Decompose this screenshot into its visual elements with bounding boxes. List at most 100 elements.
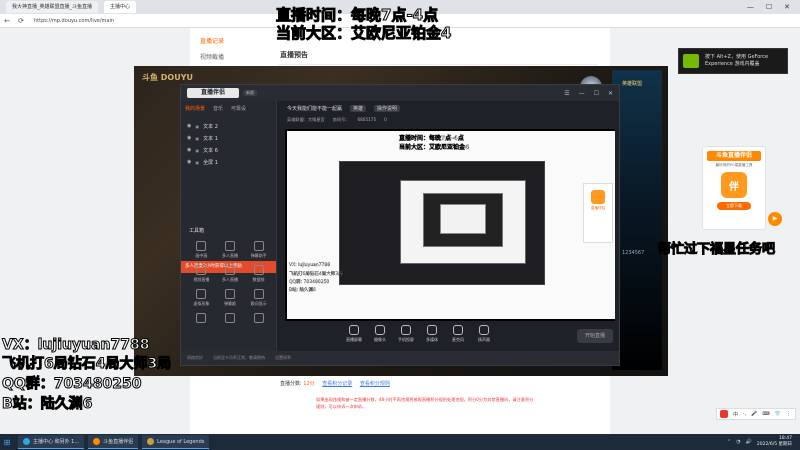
viewer-count: 0 — [384, 117, 387, 122]
eye-icon[interactable]: ◉ — [187, 135, 191, 141]
scene-label: 文本 2 — [203, 123, 218, 130]
lock-icon[interactable]: ▣ — [195, 148, 199, 153]
start-live-button[interactable]: 开始直播 — [577, 329, 613, 343]
toolbox-title: 工具箱 — [189, 228, 205, 234]
scene-item[interactable]: ◉ ▣ 文本 1 — [181, 132, 276, 144]
tab-my-scene[interactable]: 我的场景 — [185, 105, 205, 112]
maximize-button[interactable]: ☐ — [766, 3, 772, 11]
scene-list: ◉ ▣ 文本 2 ◉ ▣ 文本 1 ◉ ▣ 文本 6 ◉ ▣ 全屏 1 — [181, 120, 276, 168]
browser-tab-anchor-center[interactable]: 主播中心 — [104, 1, 137, 13]
media-icon — [427, 325, 437, 335]
taskbar-app-lol[interactable]: League of Legends — [142, 435, 210, 449]
lock-icon[interactable]: ▣ — [195, 160, 199, 165]
ime-more-icon[interactable]: ⋮ — [786, 411, 791, 417]
tab-music[interactable]: 音乐 — [213, 105, 223, 112]
tray-network-icon[interactable]: ◔ — [736, 439, 740, 445]
speaker-button[interactable]: 扬声器 — [475, 325, 493, 343]
overlay-qq: QQ群：703480250 — [1, 376, 142, 393]
tool-avatar[interactable]: 虚拟形象 — [187, 289, 216, 307]
score-record-link[interactable]: 查看积分记录 — [322, 381, 352, 387]
tool-label: 虚拟形象 — [193, 301, 210, 306]
tool-extra-1[interactable] — [187, 313, 216, 325]
refresh-icon[interactable]: ⟳ — [14, 17, 28, 25]
live-title[interactable]: 今天我能们能不能一起赢 — [287, 105, 342, 112]
operation-guide-button[interactable]: 操作说明 — [374, 105, 401, 112]
geforce-toast[interactable]: 按下 Alt+Z，使用 GeForce Experience 游戏内覆盖 — [678, 48, 788, 74]
tool-label: 视频直播 — [193, 277, 210, 282]
taskbar-app-companion[interactable]: 斗鱼直播伴侣 — [88, 435, 139, 449]
game-banner: 斗鱼 DOUYU — [142, 73, 194, 82]
preview-overlay-area: 当前大区：艾欧尼亚铂金4 — [399, 144, 470, 151]
microphone-button[interactable]: 麦克风 — [449, 325, 467, 343]
frame-setting[interactable]: 设置帧率 — [275, 355, 291, 361]
score-rule-link[interactable]: 查看积分规则 — [360, 381, 390, 387]
app-minimize-button[interactable]: — — [579, 90, 585, 97]
sogou-logo-icon[interactable] — [720, 410, 728, 418]
app-maximize-button[interactable]: ☐ — [594, 90, 599, 97]
tool-data[interactable]: 数据排 — [244, 265, 273, 283]
taskbar-app-label: 斗鱼直播伴侣 — [103, 438, 134, 445]
ime-voice-icon[interactable]: 🎤 — [751, 411, 757, 417]
tool-video-live[interactable]: 视频直播 — [187, 265, 216, 283]
scene-item[interactable]: ◉ ▣ 全屏 1 — [181, 156, 276, 168]
score-note: 如果出现违规和被一定直播分数，48小时不再违规将按照直播积分规则处理违规，积分0… — [316, 397, 534, 409]
tool-danmu-ji[interactable]: 弹幕姬 — [216, 289, 245, 307]
tool-pip[interactable]: 画中画 — [187, 241, 216, 259]
scene-item[interactable]: ◉ ▣ 文本 6 — [181, 144, 276, 156]
lock-icon[interactable]: ▣ — [195, 136, 199, 141]
danmu-ji-icon — [224, 289, 235, 299]
tab-settings[interactable]: 可靠设 — [231, 105, 246, 112]
camera-button[interactable]: 摄像头 — [371, 325, 389, 343]
eye-icon[interactable]: ◉ — [187, 123, 191, 129]
play-icon[interactable]: ▶ — [768, 212, 782, 226]
live-tag[interactable]: 英雄 — [350, 105, 367, 112]
download-icon — [224, 265, 235, 275]
media-button[interactable]: 多媒体 — [423, 325, 441, 343]
phone-cast-button[interactable]: 手机投屏 — [397, 325, 415, 343]
tool-lyrics[interactable]: 歌词显示 — [244, 289, 273, 307]
tool-label: 弹幕姬 — [223, 301, 236, 306]
ime-lang[interactable]: 中 — [733, 411, 738, 418]
companion-logo-icon — [591, 190, 605, 204]
douyu-companion-icon — [93, 438, 101, 445]
taskbar-app-browser[interactable]: 主播中心 和另外 1... — [18, 435, 85, 449]
multi-live-icon — [224, 241, 235, 251]
tool-extra-2[interactable] — [216, 313, 245, 325]
url-field[interactable]: https://mp.douyu.com/live/main — [34, 18, 114, 24]
scene-item[interactable]: ◉ ▣ 文本 2 — [181, 120, 276, 132]
tool-extra-3[interactable] — [244, 313, 273, 325]
close-button[interactable]: ✕ — [784, 3, 790, 11]
download-button[interactable]: 立即下载 — [717, 202, 751, 210]
toolbar-label: 扬声器 — [478, 337, 490, 342]
menu-icon[interactable]: ☰ — [564, 90, 569, 97]
sidebar-item-video[interactable]: 视频截播 — [200, 50, 224, 66]
tray-volume-icon[interactable]: 🔊 — [746, 439, 752, 445]
microphone-icon — [453, 325, 463, 335]
browser-tab-douyu[interactable]: 我大神直播_英雄联盟直播_斗鱼直播 — [6, 1, 99, 13]
screen-capture-button[interactable]: 直播屏幕 — [345, 325, 363, 343]
minimize-button[interactable]: — — [747, 3, 754, 11]
tray-up-icon[interactable]: ⌃ — [727, 439, 731, 445]
gpu-status: 当前显卡功率正常，敬请期待 — [213, 355, 265, 360]
sidebar-item-live-record[interactable]: 直播记录 — [200, 34, 224, 50]
eye-icon[interactable]: ◉ — [187, 159, 191, 165]
tool-multi-live[interactable]: 多人直播 — [216, 241, 245, 259]
scene-label: 全屏 1 — [203, 159, 218, 166]
back-icon[interactable]: ← — [0, 17, 14, 25]
ime-skin-icon[interactable]: 👕 — [775, 411, 781, 417]
stream-preview[interactable]: 直播时间：每晚7点-4点 当前大区：艾欧尼亚铂金4 直播伴侣 VX: lujiu… — [285, 129, 615, 321]
windows-start-icon[interactable]: ⊞ — [0, 434, 14, 450]
tool-danmu[interactable]: 弹幕助手 — [244, 241, 273, 259]
tool-multi-live-2[interactable]: 多人直播 — [216, 265, 245, 283]
eye-icon[interactable]: ◉ — [187, 147, 191, 153]
companion-promo-card[interactable]: 斗鱼直播伴侣 最好用的PC端直播工具 伴 立即下载 — [702, 146, 766, 230]
ime-keyboard-icon[interactable]: ⌨ — [762, 411, 769, 417]
clock[interactable]: 18:47 2022/6/5 星期日 — [757, 436, 792, 448]
lock-icon[interactable]: ▣ — [195, 124, 199, 129]
ime-punct[interactable]: ·, — [743, 411, 746, 417]
overlay-games: 飞机打6局钻石4局大师3局 — [1, 356, 172, 373]
divider — [278, 64, 598, 65]
phone-icon — [401, 325, 411, 335]
game-side-number: 1234567 — [622, 250, 645, 256]
app-close-button[interactable]: ✕ — [608, 90, 613, 97]
